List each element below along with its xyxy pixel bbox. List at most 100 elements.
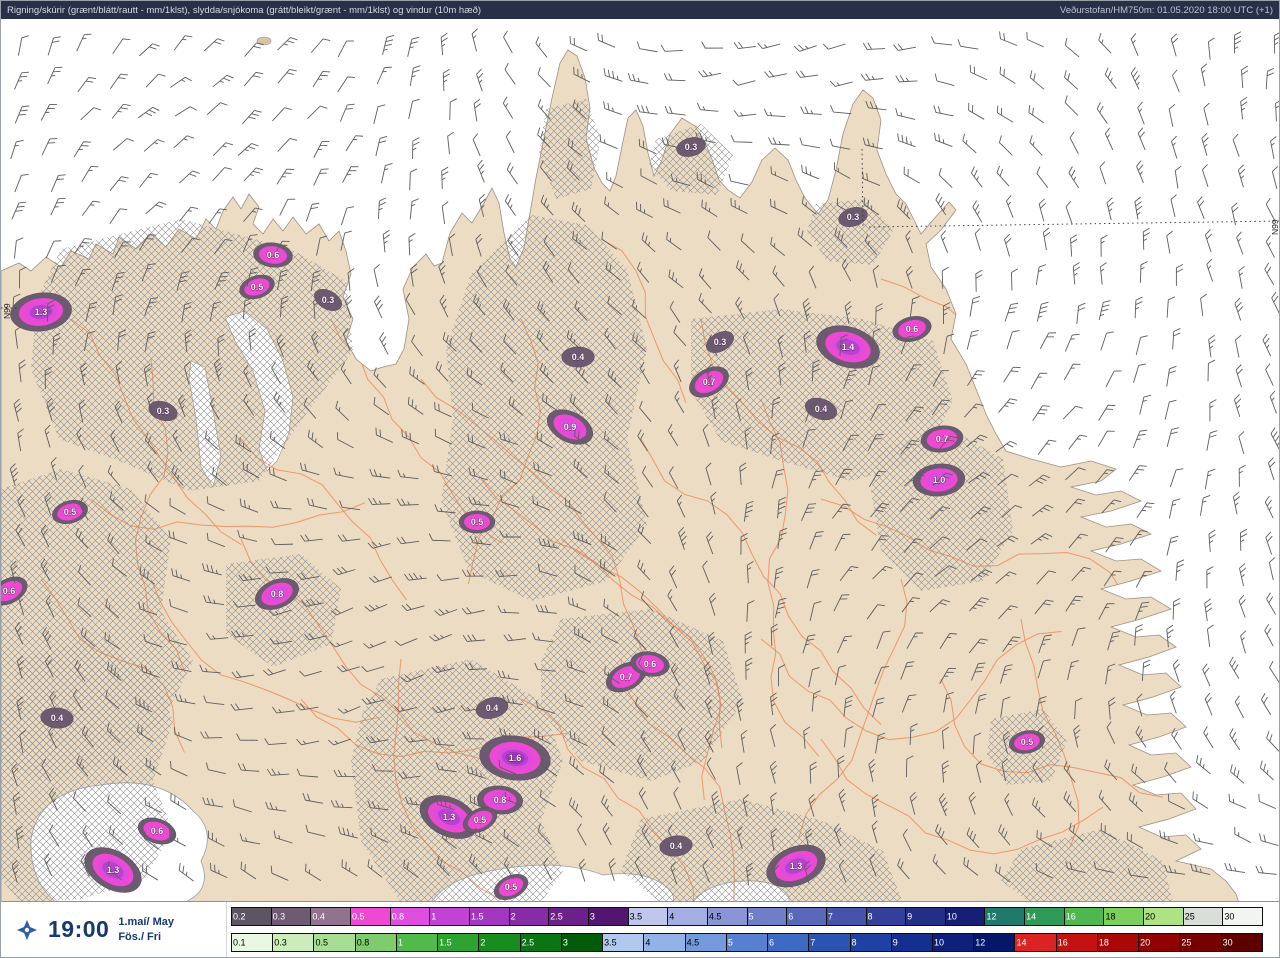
precip-value-label: 0.7 (703, 377, 716, 387)
map-legend-title: Rigning/skúrir (grænt/blátt/rautt - mm/1… (7, 4, 482, 16)
legend-cell: 9 (891, 934, 933, 951)
legend-cell: 0.3 (271, 908, 312, 925)
legend-cell: 3.5 (628, 908, 669, 925)
precip-value-label: 0.7 (620, 672, 633, 682)
legend-cell: 16 (1056, 934, 1098, 951)
legend-cell: 6 (787, 908, 827, 925)
legend-cell: 25 (1183, 908, 1224, 925)
legend-cell: 3 (588, 908, 629, 925)
precip-value-label: 1.6 (509, 753, 522, 763)
legend-cell: 30 (1223, 908, 1263, 925)
legend-cell: 4.5 (685, 934, 727, 951)
legend-cell: 2 (479, 934, 521, 951)
precip-value-label: 0.6 (151, 826, 164, 836)
legend-cell: 1.5 (438, 934, 480, 951)
legend-cell: 25 (1180, 934, 1222, 951)
map-area: N99 N99 0.3 0.3 0.6 0.5 0.3 1.3 0.3 1.4 0.6 0.3 0.… (1, 19, 1280, 903)
precip-value-label: 0.8 (271, 589, 284, 599)
legend-cell: 4.5 (707, 908, 748, 925)
legend-cell: 2.5 (520, 934, 562, 951)
precip-value-label: 0.4 (670, 841, 683, 851)
grid-label-left: N99 (2, 303, 12, 319)
legend-cell: 0.3 (273, 934, 315, 951)
precip-value-label: 1.3 (790, 861, 803, 871)
forecast-date: 1.maí/ May Fös./ Fri (118, 915, 174, 944)
precip-value-label: 0.5 (251, 282, 264, 292)
precip-value-label: 0.3 (714, 337, 727, 347)
legend-cell: 30 (1221, 934, 1262, 951)
legend-cell: 0.1 (232, 934, 274, 951)
grid-label-right: N99 (1270, 219, 1280, 235)
legend-cell: 4 (644, 934, 686, 951)
precipitation-legend: 0.2 0.3 0.4 0.5 0.8 1 1.5 2 2.5 3 3.5 4 4.5 5 6 7 8 9 10 12… (227, 902, 1279, 957)
legend-cell: 7 (809, 934, 851, 951)
legend-cell: 2 (509, 908, 550, 925)
legend-cell: 10 (932, 934, 975, 951)
legend-cell: 0.8 (390, 908, 431, 925)
model-run-info: Veðurstofan/HM750m: 01.05.2020 18:00 UTC… (1059, 4, 1273, 16)
legend-cell: 12 (974, 934, 1016, 951)
legend-cell: 8 (866, 908, 907, 925)
precip-value-label: 0.9 (564, 422, 577, 432)
precip-value-label: 1.3 (107, 865, 120, 875)
precip-value-label: 1.3 (443, 812, 456, 822)
legend-cell: 0.5 (314, 934, 356, 951)
precip-value-label: 0.6 (644, 659, 657, 669)
precip-value-label: 0.6 (267, 250, 280, 260)
precip-value-label: 0.6 (906, 324, 919, 334)
precip-value-label: 0.4 (815, 404, 828, 414)
legend-cell: 6 (768, 934, 810, 951)
iceland-weather-map: N99 N99 0.3 0.3 0.6 0.5 0.3 1.3 0.3 1.4 0.6 0.3 0.… (1, 19, 1280, 903)
legend-cell: 5 (726, 934, 769, 951)
legend-cell: 10 (945, 908, 986, 925)
legend-cell: 5 (747, 908, 788, 925)
legend-cell: 2.5 (549, 908, 589, 925)
header-bar: Rigning/skúrir (grænt/blátt/rautt - mm/1… (1, 1, 1279, 19)
legend-cell: 14 (1025, 908, 1065, 925)
precip-value-label: 0.6 (3, 586, 16, 596)
forecast-date-line1: 1.maí/ May (118, 916, 174, 929)
legend-cell: 0.5 (350, 908, 391, 925)
precip-value-label: 0.5 (64, 507, 77, 517)
legend-cell: 16 (1064, 908, 1105, 925)
weather-forecast-map: Rigning/skúrir (grænt/blátt/rautt - mm/1… (0, 0, 1280, 958)
footer-bar: 19:00 1.maí/ May Fös./ Fri 0.2 0.3 0.4 0.5 0… (1, 901, 1279, 957)
precip-hatch-area (351, 659, 563, 903)
precip-value-label: 0.5 (505, 882, 518, 892)
legend-cell: 14 (1015, 934, 1057, 951)
precip-value-label: 0.5 (474, 815, 487, 825)
precip-value-label: 0.4 (486, 703, 499, 713)
legend-cell: 0.8 (355, 934, 397, 951)
precip-value-label: 0.3 (157, 406, 170, 416)
legend-cell: 20 (1139, 934, 1181, 951)
precip-value-label: 0.4 (572, 352, 585, 362)
precip-value-label: 1.4 (842, 342, 855, 352)
legend-cell: 1.5 (469, 908, 510, 925)
forecast-time: 19:00 (48, 916, 110, 942)
legend-cell: 7 (826, 908, 867, 925)
legend-cell: 12 (985, 908, 1026, 925)
legend-cell: 1 (430, 908, 470, 925)
legend-cell: 0.2 (232, 908, 272, 925)
legend-cell: 4 (668, 908, 708, 925)
legend-cell: 3.5 (603, 934, 645, 951)
legend-cell: 0.4 (311, 908, 351, 925)
precip-value-label: 0.4 (51, 713, 64, 723)
precip-value-label: 0.5 (1021, 737, 1034, 747)
legend-cell: 1 (396, 934, 439, 951)
legend-cell: 18 (1097, 934, 1140, 951)
forecast-time-box: 19:00 1.maí/ May Fös./ Fri (1, 902, 227, 957)
precip-value-label: 0.7 (936, 434, 949, 444)
precip-value-label: 0.5 (471, 517, 484, 527)
precip-value-label: 0.3 (847, 212, 860, 222)
precip-value-label: 1.0 (933, 475, 946, 485)
forecast-date-line2: Fös./ Fri (118, 930, 162, 943)
precip-value-label: 1.3 (35, 307, 48, 317)
precip-value-label: 0.8 (494, 795, 507, 805)
legend-cell: 3 (561, 934, 604, 951)
rain-scale-row: 0.1 0.3 0.5 0.8 1 1.5 2 2.5 3 3.5 4 4.5 5 6 7 8 9 10 12 14 1… (231, 933, 1263, 952)
sleet-scale-row: 0.2 0.3 0.4 0.5 0.8 1 1.5 2 2.5 3 3.5 4 4.5 5 6 7 8 9 10 12… (231, 907, 1263, 926)
legend-cell: 18 (1104, 908, 1145, 925)
wind-rose-icon (17, 919, 37, 940)
precip-value-label: 0.3 (685, 142, 698, 152)
